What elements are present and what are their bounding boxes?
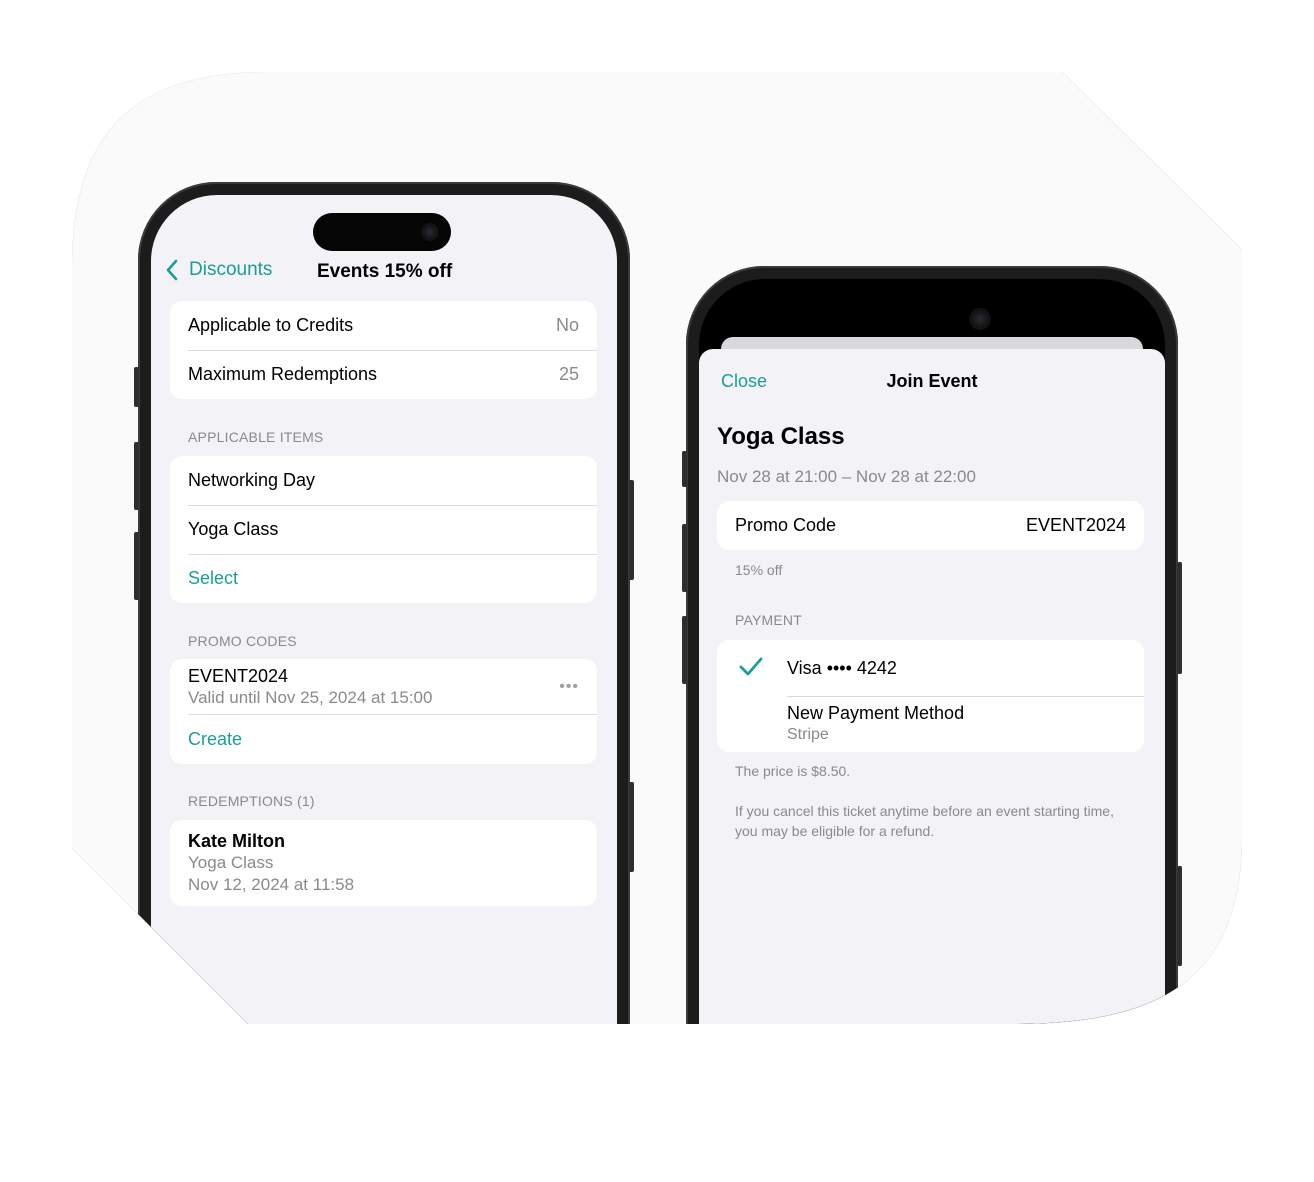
promo-code-group: Promo Code EVENT2024 [717, 501, 1144, 550]
price-note: The price is $8.50. [735, 763, 851, 779]
redemption-item: Yoga Class [188, 853, 274, 872]
setting-value: No [555, 315, 579, 335]
sheet-title: Join Event [886, 371, 978, 391]
item-label: Yoga Class [188, 519, 279, 539]
redemption-row[interactable]: Kate Milton Yoga Class Nov 12, 2024 at 1… [170, 820, 597, 906]
item-label: Networking Day [188, 470, 316, 490]
volume-up-button [134, 442, 139, 510]
create-promo-code-button[interactable]: Create [170, 714, 597, 764]
join-event-sheet: Close Join Event Yoga Class Nov 28 at 21… [699, 349, 1165, 1166]
section-header-payment: PAYMENT [735, 612, 802, 628]
payment-method-sublabel: Stripe [787, 726, 829, 743]
setting-label: Applicable to Credits [188, 315, 354, 335]
background-blob: Discounts Events 15% off Applicable to C… [72, 72, 1242, 1024]
ellipsis-icon[interactable]: ••• [559, 678, 579, 696]
applicable-items-group: Networking Day Yoga Class Select [170, 456, 597, 603]
section-header-applicable-items: APPLICABLE ITEMS [188, 429, 324, 445]
page-title: Events 15% off [317, 261, 453, 282]
section-header-redemptions: REDEMPTIONS (1) [188, 793, 315, 809]
volume-down-button [682, 616, 687, 684]
front-camera-icon [421, 223, 439, 241]
promo-validity: Valid until Nov 25, 2024 at 15:00 [188, 687, 433, 707]
setting-row-applicable-to-credits[interactable]: Applicable to Credits No [170, 301, 597, 350]
checkmark-icon [739, 657, 763, 677]
join-event-screen: Close Join Event Yoga Class Nov 28 at 21… [699, 279, 1165, 1166]
payment-method-label: New Payment Method [787, 703, 965, 723]
back-label: Discounts [189, 259, 273, 280]
discount-screen: Discounts Events 15% off Applicable to C… [151, 195, 617, 1182]
setting-label: Maximum Redemptions [188, 364, 378, 384]
section-header-promo-codes: PROMO CODES [188, 633, 297, 649]
volume-up-button [682, 524, 687, 592]
create-label: Create [188, 728, 243, 749]
event-time: Nov 28 at 21:00 – Nov 28 at 22:00 [717, 467, 976, 486]
promo-code-row[interactable]: EVENT2024 Valid until Nov 25, 2024 at 15… [170, 659, 597, 714]
payment-method-label: Visa •••• 4242 [787, 657, 897, 678]
setting-row-maximum-redemptions[interactable]: Maximum Redemptions 25 [170, 350, 597, 399]
phone-discount-details: Discounts Events 15% off Applicable to C… [138, 182, 630, 1182]
dynamic-island [313, 213, 451, 251]
redemption-date: Nov 12, 2024 at 11:58 [188, 875, 355, 894]
promo-codes-group: EVENT2024 Valid until Nov 25, 2024 at 15… [170, 659, 597, 764]
list-item[interactable]: Yoga Class [170, 505, 597, 554]
promo-discount-note: 15% off [735, 562, 783, 578]
payment-methods-group: Visa •••• 4242 New Payment Method Stripe [717, 640, 1144, 752]
side-button [1177, 562, 1182, 674]
chevron-left-icon [165, 259, 179, 281]
settings-group: Applicable to Credits No Maximum Redempt… [170, 301, 597, 399]
side-button [629, 480, 634, 580]
action-button [682, 451, 687, 487]
select-label: Select [188, 568, 239, 588]
promo-code-value: EVENT2024 [1025, 515, 1126, 535]
action-button [134, 367, 139, 407]
phone-join-event: Close Join Event Yoga Class Nov 28 at 21… [686, 266, 1178, 1166]
volume-down-button [134, 532, 139, 600]
promo-code-row[interactable]: Promo Code EVENT2024 [717, 501, 1144, 550]
payment-method-visa[interactable]: Visa •••• 4242 [717, 640, 1144, 696]
select-items-button[interactable]: Select [170, 554, 597, 603]
redemptions-group: Kate Milton Yoga Class Nov 12, 2024 at 1… [170, 820, 597, 906]
list-item[interactable]: Networking Day [170, 456, 597, 505]
redemption-name: Kate Milton [188, 831, 285, 851]
side-button-lower [1177, 866, 1182, 966]
promo-code: EVENT2024 [188, 665, 289, 686]
back-button[interactable]: Discounts [165, 259, 272, 281]
front-camera-icon [969, 308, 991, 330]
side-button-lower [629, 782, 634, 872]
event-title: Yoga Class [717, 423, 845, 450]
refund-note: If you cancel this ticket anytime before… [735, 803, 1114, 839]
setting-value: 25 [558, 364, 579, 384]
promo-code-label: Promo Code [735, 515, 837, 535]
payment-method-new[interactable]: New Payment Method Stripe [717, 696, 1144, 752]
